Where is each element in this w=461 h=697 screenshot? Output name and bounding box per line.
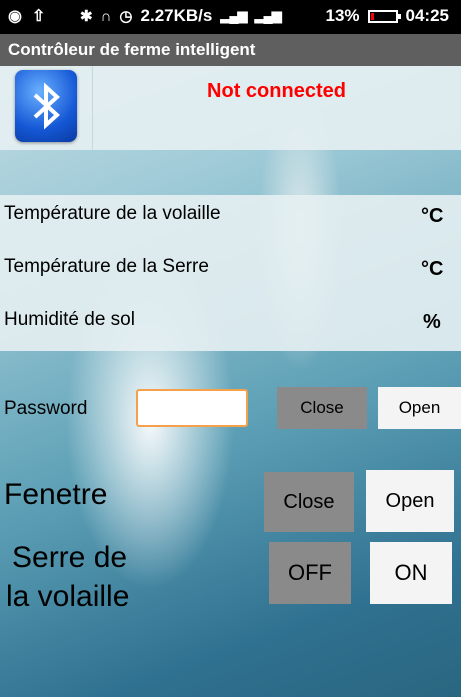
- sensor-unit-soil-humidity: %: [423, 311, 441, 333]
- serre-on-button[interactable]: ON: [370, 542, 452, 604]
- sensor-label-volaille-temp: Température de la volaille: [4, 203, 221, 224]
- serre-off-button[interactable]: OFF: [269, 542, 351, 604]
- bluetooth-status-icon: ✱: [80, 8, 93, 25]
- battery-icon: [367, 9, 401, 23]
- serre-label-line1: Serre de: [12, 541, 128, 574]
- password-open-button[interactable]: Open: [378, 387, 461, 429]
- password-label: Password: [4, 398, 88, 419]
- spotify-icon: ◉: [8, 8, 22, 25]
- password-input[interactable]: [136, 389, 248, 427]
- net-speed: 2.27KB/s: [140, 6, 213, 25]
- sensor-unit-serre-temp: °C: [421, 258, 444, 280]
- upload-icon: ⇧: [31, 8, 46, 25]
- signal-1-icon: ▂▄▆: [220, 8, 247, 23]
- sensor-label-serre-temp: Température de la Serre: [4, 256, 209, 277]
- battery-percent: 13%: [325, 6, 360, 25]
- clock: 04:25: [405, 6, 449, 25]
- app-title: Contrôleur de ferme intelligent: [0, 34, 461, 66]
- bluetooth-button[interactable]: [15, 70, 77, 142]
- connection-status: Not connected: [207, 80, 346, 102]
- sensor-unit-volaille-temp: °C: [421, 205, 444, 227]
- bluetooth-icon: [33, 82, 60, 130]
- divider: [92, 66, 93, 150]
- alarm-icon: ◷: [119, 8, 133, 25]
- serre-label-line2: la volaille: [6, 580, 130, 613]
- signal-2-icon: ▂▄▆: [254, 8, 282, 23]
- fenetre-open-button[interactable]: Open: [366, 470, 454, 532]
- sensor-label-soil-humidity: Humidité de sol: [4, 309, 135, 330]
- password-close-button[interactable]: Close: [277, 387, 367, 429]
- headphones-icon: ∩: [100, 7, 112, 25]
- fenetre-label: Fenetre: [4, 478, 108, 511]
- system-status-bar: ◉ ⇧ ✱ ∩ ◷ 2.27KB/s ▂▄▆ ▂▄▆ 13% 04:25: [0, 0, 461, 34]
- fenetre-close-button[interactable]: Close: [264, 472, 354, 532]
